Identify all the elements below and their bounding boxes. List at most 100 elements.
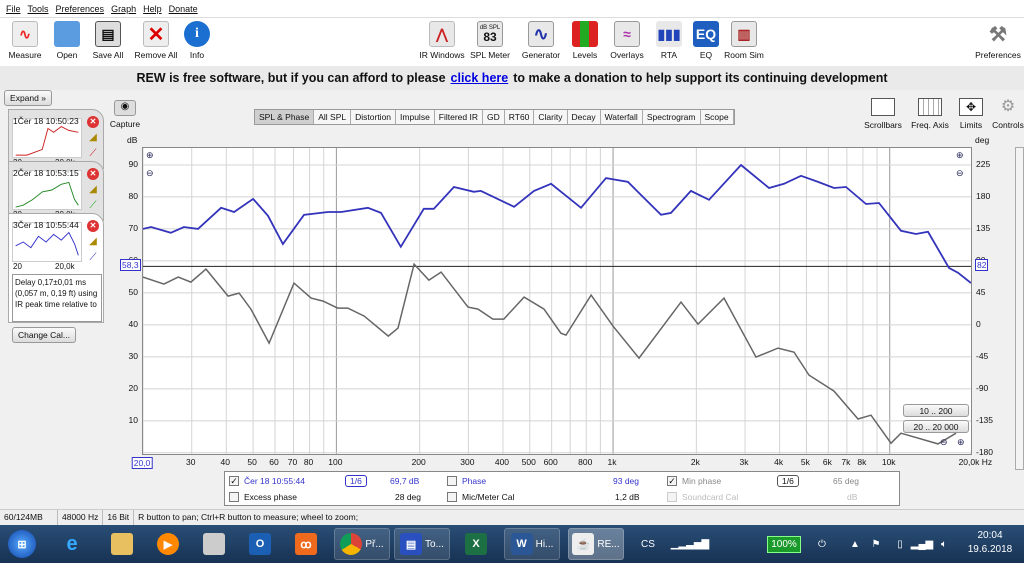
taskbar-word[interactable]: W Hi...	[504, 528, 560, 560]
tab-decay[interactable]: Decay	[568, 110, 601, 124]
volume-icon[interactable]: 🔈︎	[934, 528, 954, 560]
donate-link[interactable]: click here	[451, 71, 509, 85]
excess-phase-checkbox[interactable]	[229, 492, 239, 502]
network-icon[interactable]: ▂▄▆	[911, 528, 933, 560]
save-all-icon: ▤	[95, 21, 121, 47]
smoothing-selector[interactable]: 1/6	[345, 475, 367, 487]
zoom-out-icon[interactable]: ⊖	[146, 168, 154, 179]
tab-filtered-ir[interactable]: Filtered IR	[435, 110, 484, 124]
x-tick-label: 80	[303, 457, 314, 467]
measurement-1[interactable]: 1Čer 18 10:50:23 2020,0k ✕ ◢ ⟋	[8, 109, 104, 169]
app-icon	[203, 533, 225, 555]
edit-icon[interactable]: ◢	[87, 132, 99, 144]
measurement-3[interactable]: 3Čer 18 10:55:44 20 20,0k ✕ ◢ ⟋ Delay 0,1…	[8, 213, 104, 323]
color-icon[interactable]: ⟋	[87, 148, 99, 160]
ir-windows-button[interactable]: ⋀ IR Windows	[416, 21, 468, 60]
tab-rt60[interactable]: RT60	[505, 110, 535, 124]
color-icon[interactable]: ⟋	[87, 200, 99, 212]
tab-impulse[interactable]: Impulse	[396, 110, 435, 124]
zoom-out-icon[interactable]: ⊖	[940, 437, 948, 448]
color-icon[interactable]: ⟋	[87, 252, 99, 264]
menu-file[interactable]: File	[6, 4, 21, 14]
signal-icon[interactable]: ▁▂▃▅▇	[668, 528, 712, 560]
cursor-left-value: 58,3	[120, 259, 141, 271]
x-tick-label: 30	[185, 457, 196, 467]
tab-spectrogram[interactable]: Spectrogram	[643, 110, 701, 124]
min-phase-smoothing-selector[interactable]: 1/6	[777, 475, 799, 487]
zoom-in-icon[interactable]: ⊕	[957, 437, 965, 448]
start-button[interactable]: ⊞	[4, 528, 40, 560]
vertical-scrollbar[interactable]	[1015, 147, 1024, 470]
soundcard-cal-checkbox[interactable]	[667, 492, 677, 502]
right-tick-label: 45	[976, 287, 986, 298]
language-indicator[interactable]: CS	[630, 528, 666, 560]
menu-donate[interactable]: Donate	[169, 4, 198, 14]
taskbar-outlook[interactable]: O	[242, 528, 278, 560]
x-tick-label: 20,0k Hz	[958, 457, 993, 467]
tab-clarity[interactable]: Clarity	[534, 110, 568, 124]
preferences-button[interactable]: ⚒ Preferences	[972, 21, 1024, 61]
right-tick-label: 135	[976, 223, 991, 234]
tab-scope[interactable]: Scope	[701, 110, 734, 124]
remove-icon[interactable]: ✕	[87, 220, 99, 232]
remove-icon[interactable]: ✕	[87, 168, 99, 180]
battery-tray-icon[interactable]: ▯	[890, 528, 910, 560]
capture-button[interactable]: ◉ Capture	[110, 100, 140, 129]
zoom-in-icon[interactable]: ⊕	[956, 150, 964, 161]
menu-preferences[interactable]: Preferences	[56, 4, 105, 14]
x-tick-label: 1k	[607, 457, 617, 467]
phase-checkbox[interactable]	[447, 476, 457, 486]
x-tick-label: 70	[287, 457, 298, 467]
taskbar-xampp[interactable]: ꝏ	[288, 528, 324, 560]
tab-gd[interactable]: GD	[483, 110, 505, 124]
save-all-button[interactable]: ▤ Save All	[82, 21, 134, 60]
ir-windows-icon: ⋀	[429, 21, 455, 47]
measurement-info-box[interactable]: Delay 0,17±0,01 ms (0,057 m, 0,19 ft) us…	[12, 274, 102, 322]
edit-icon[interactable]: ◢	[87, 184, 99, 196]
tab-all-spl[interactable]: All SPL	[314, 110, 352, 124]
x-tick-label: 100	[328, 457, 343, 467]
measurement-2[interactable]: 2Čer 18 10:53:15 2020,0k ✕ ◢ ⟋	[8, 161, 104, 221]
info-button[interactable]: i Info	[171, 21, 223, 60]
menu-graph[interactable]: Graph	[111, 4, 136, 14]
taskbar-explorer[interactable]	[104, 528, 140, 560]
spl-phase-graph[interactable]	[142, 147, 972, 455]
controls-button[interactable]: ⚙ Controls	[983, 98, 1024, 130]
tab-distortion[interactable]: Distortion	[351, 110, 397, 124]
taskbar-ie[interactable]: e	[54, 528, 90, 560]
taskbar-save-app[interactable]: ▤ To...	[394, 528, 450, 560]
power-plug-icon[interactable]: ⏻	[812, 528, 832, 560]
remove-icon[interactable]: ✕	[87, 116, 99, 128]
x-tick-label: 600	[543, 457, 558, 467]
x-tick-label: 2k	[690, 457, 700, 467]
right-tick-label: -45	[976, 351, 989, 362]
taskbar-rew[interactable]: ☕ RE...	[568, 528, 624, 560]
edit-icon[interactable]: ◢	[87, 236, 99, 248]
min-phase-checkbox[interactable]: ✓	[667, 476, 677, 486]
zoom-in-icon[interactable]: ⊕	[146, 150, 154, 161]
taskbar-chrome[interactable]: Př...	[334, 528, 390, 560]
change-cal-button[interactable]: Change Cal...	[12, 327, 76, 343]
range-20-20000-button[interactable]: 20 .. 20 000	[903, 420, 969, 433]
battery-icon[interactable]: 100%	[764, 528, 804, 560]
flag-icon[interactable]: ⚑	[866, 528, 886, 560]
mic-cal-checkbox[interactable]	[447, 492, 457, 502]
tab-waterfall[interactable]: Waterfall	[601, 110, 643, 124]
clock[interactable]: 20:04 19.6.2018	[960, 529, 1020, 557]
expand-button[interactable]: Expand »	[4, 90, 52, 106]
taskbar-media-player[interactable]: ▶	[150, 528, 186, 560]
spl-meter-button[interactable]: dB SPL 83 SPL Meter	[464, 21, 516, 60]
measurement-checkbox[interactable]: ✓	[229, 476, 239, 486]
taskbar-excel[interactable]: X	[458, 528, 494, 560]
room-sim-button[interactable]: ▥ Room Sim	[718, 21, 770, 60]
show-hidden-icons[interactable]: ▲	[845, 528, 865, 560]
taskbar-app[interactable]	[196, 528, 232, 560]
xampp-icon: ꝏ	[295, 533, 317, 555]
menu-tools[interactable]: Tools	[28, 4, 49, 14]
scrollbars-button[interactable]: Scrollbars	[858, 98, 908, 130]
tab-spl-phase[interactable]: SPL & Phase	[255, 110, 315, 124]
zoom-out-icon[interactable]: ⊖	[956, 168, 964, 179]
menu-help[interactable]: Help	[143, 4, 162, 14]
range-10-200-button[interactable]: 10 .. 200	[903, 404, 969, 417]
x-tick-label: 6k	[822, 457, 832, 467]
